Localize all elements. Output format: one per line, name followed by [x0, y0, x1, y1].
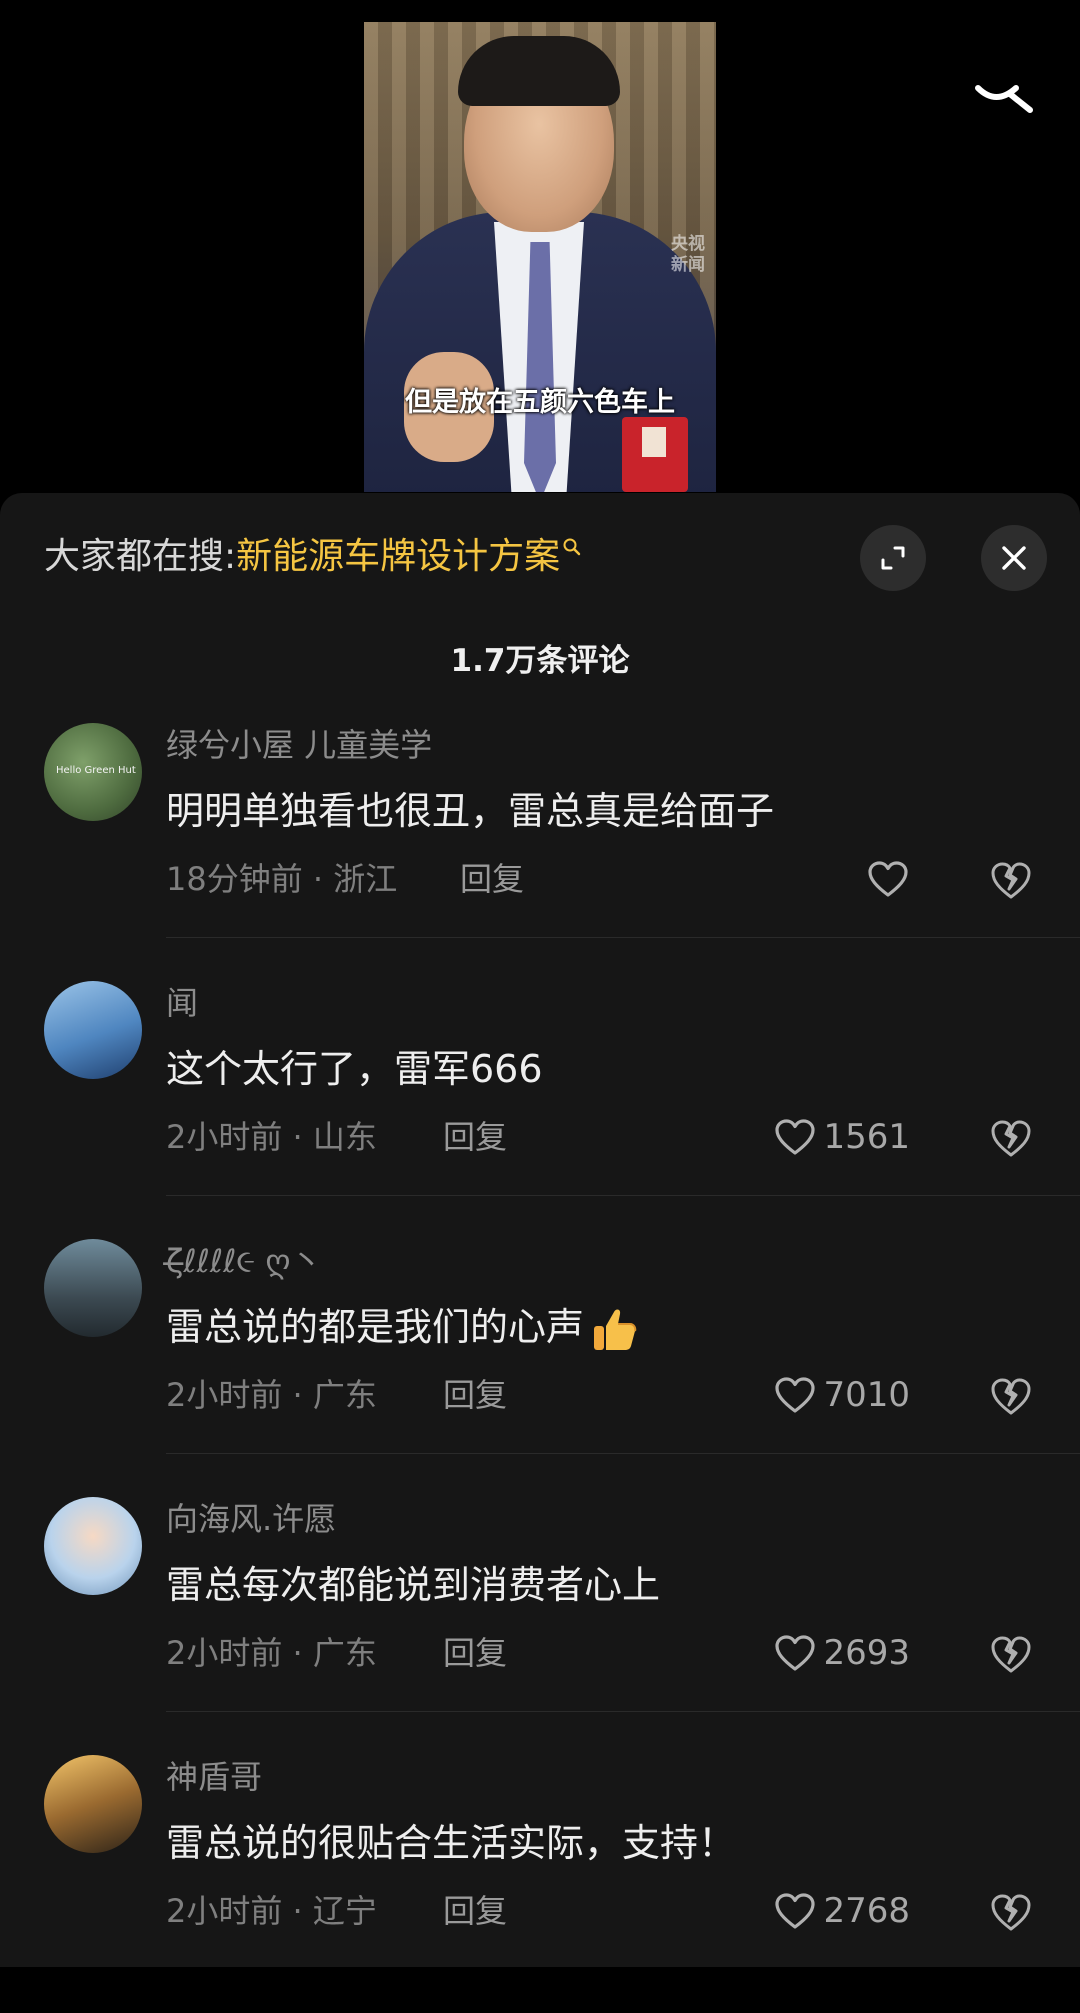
suggested-search[interactable]: 大家都在搜:新能源车牌设计方案 — [44, 535, 582, 579]
comment-meta: 2小时前 · 广东 — [166, 1376, 377, 1414]
broken-heart-icon[interactable] — [989, 1891, 1033, 1933]
comment-item[interactable]: ζ̶ℓℓℓℓ૯ ღ丶 雷总说的都是我们的心声 2小时前 · 广东 回复 7010 — [0, 1239, 1080, 1497]
reply-button[interactable]: 回复 — [443, 1889, 507, 1933]
comment-text: 这个太行了，雷军666 — [166, 1047, 543, 1091]
like-button[interactable]: 2768 — [773, 1887, 910, 1935]
heart-icon — [775, 1377, 816, 1413]
avatar[interactable] — [44, 1239, 142, 1337]
comment-username[interactable]: 闻 — [166, 983, 198, 1023]
broken-heart-icon[interactable] — [989, 1633, 1033, 1675]
comment-meta: 2小时前 · 山东 — [166, 1118, 377, 1156]
like-button[interactable] — [866, 855, 910, 903]
reply-button[interactable]: 回复 — [443, 1373, 507, 1417]
comment-text: 明明单独看也很丑，雷总真是给面子 — [166, 789, 775, 833]
like-count: 1561 — [823, 1117, 910, 1157]
heart-icon — [775, 1893, 816, 1929]
video-subtitle: 但是放在五颜六色车上 — [405, 387, 675, 418]
avatar[interactable] — [44, 1497, 142, 1595]
like-count: 7010 — [823, 1375, 910, 1415]
suggested-search-prefix: 大家都在搜: — [44, 536, 237, 577]
comment-divider — [166, 1453, 1080, 1454]
comment-text-row: 雷总说的都是我们的心声 — [166, 1303, 640, 1356]
comment-item[interactable]: Hello Green Hut 绿兮小屋 儿童美学 明明单独看也很丑，雷总真是给… — [0, 723, 1080, 981]
suggested-search-term[interactable]: 新能源车牌设计方案 — [236, 536, 560, 577]
avatar[interactable]: Hello Green Hut — [44, 723, 142, 821]
avatar[interactable] — [44, 1755, 142, 1853]
comment-username[interactable]: 绿兮小屋 儿童美学 — [166, 725, 432, 765]
comment-count: 1.7万条评论 — [450, 643, 630, 679]
comment-username[interactable]: 神盾哥 — [166, 1757, 262, 1797]
like-count: 2693 — [823, 1633, 910, 1673]
broken-heart-icon[interactable] — [989, 859, 1033, 901]
heart-icon — [868, 861, 908, 897]
heart-icon — [775, 1119, 816, 1155]
badge-photo — [642, 427, 666, 457]
thumbs-up-emoji — [594, 1309, 637, 1350]
reply-button[interactable]: 回复 — [460, 857, 524, 901]
comment-divider — [166, 937, 1080, 938]
close-icon — [1002, 546, 1026, 570]
avatar-logo-text: Hello Green Hut — [56, 765, 136, 776]
broken-heart-icon[interactable] — [989, 1375, 1033, 1417]
like-count: 2768 — [823, 1891, 910, 1931]
delegate-badge — [622, 417, 688, 492]
watermark-line2: 新闻 — [671, 255, 705, 275]
watermark-line1: 央视 — [671, 234, 705, 254]
speaker-hair — [458, 36, 620, 106]
comment-divider — [166, 1195, 1080, 1196]
reply-button[interactable]: 回复 — [443, 1631, 507, 1675]
comment-text: 雷总说的很贴合生活实际，支持！ — [166, 1821, 737, 1865]
expand-icon — [881, 546, 905, 570]
comment-item[interactable]: 闻 这个太行了，雷军666 2小时前 · 山东 回复 1561 — [0, 981, 1080, 1239]
comment-meta: 2小时前 · 辽宁 — [166, 1892, 377, 1930]
comment-meta: 2小时前 · 广东 — [166, 1634, 377, 1672]
close-button[interactable] — [981, 525, 1047, 591]
channel-watermark: 央视 新闻 — [666, 234, 710, 276]
broken-heart-icon[interactable] — [989, 1117, 1033, 1159]
comment-text: 雷总说的都是我们的心声 — [166, 1305, 585, 1349]
heart-icon — [775, 1635, 816, 1671]
video-frame[interactable]: 央视 新闻 但是放在五颜六色车上 — [364, 22, 716, 492]
comment-text: 雷总每次都能说到消费者心上 — [166, 1563, 661, 1607]
expand-button[interactable] — [860, 525, 926, 591]
comments-sheet: 大家都在搜:新能源车牌设计方案 1.7万条评论 Hello Green Hut … — [0, 493, 1080, 1967]
search-icon[interactable] — [970, 70, 1040, 120]
search-glass-icon — [563, 538, 581, 556]
comment-meta: 18分钟前 · 浙江 — [166, 860, 398, 898]
like-button[interactable]: 2693 — [773, 1629, 910, 1677]
video-player[interactable]: 央视 新闻 但是放在五颜六色车上 — [0, 0, 1080, 500]
comment-username[interactable]: ζ̶ℓℓℓℓ૯ ღ丶 — [166, 1241, 323, 1281]
comment-divider — [166, 1711, 1080, 1712]
like-button[interactable]: 1561 — [773, 1113, 910, 1161]
like-button[interactable]: 7010 — [773, 1371, 910, 1419]
comment-item[interactable]: 向海风.许愿 雷总每次都能说到消费者心上 2小时前 · 广东 回复 2693 — [0, 1497, 1080, 1755]
comment-username[interactable]: 向海风.许愿 — [166, 1499, 336, 1539]
comment-item[interactable]: 神盾哥 雷总说的很贴合生活实际，支持！ 2小时前 · 辽宁 回复 2768 — [0, 1755, 1080, 2013]
reply-button[interactable]: 回复 — [443, 1115, 507, 1159]
avatar[interactable] — [44, 981, 142, 1079]
